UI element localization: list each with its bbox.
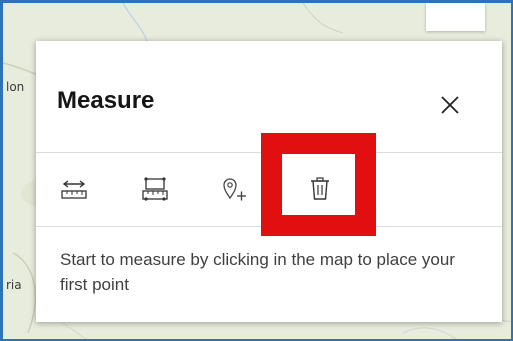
area-tool-button[interactable] — [137, 169, 173, 209]
measure-distance-icon — [61, 180, 87, 199]
add-point-icon — [223, 178, 246, 201]
clear-button[interactable] — [302, 169, 338, 209]
divider — [36, 226, 502, 227]
trash-icon — [311, 177, 329, 200]
map-place-label: lon — [6, 80, 25, 94]
app-screen: lon ria Measure Start to measure by clic… — [0, 0, 513, 341]
panel-title: Measure — [57, 87, 155, 114]
map-widget-button[interactable] — [426, 3, 485, 31]
close-button[interactable] — [436, 91, 464, 119]
new-measurement-button[interactable] — [217, 169, 253, 209]
measure-area-icon — [142, 177, 168, 201]
distance-tool-button[interactable] — [56, 169, 92, 209]
measure-panel: Measure Start to measure by clicking in … — [36, 41, 502, 322]
divider — [36, 152, 502, 153]
close-icon — [441, 96, 459, 114]
map-place-label: ria — [6, 278, 22, 292]
instruction-text: Start to measure by clicking in the map … — [60, 250, 455, 294]
